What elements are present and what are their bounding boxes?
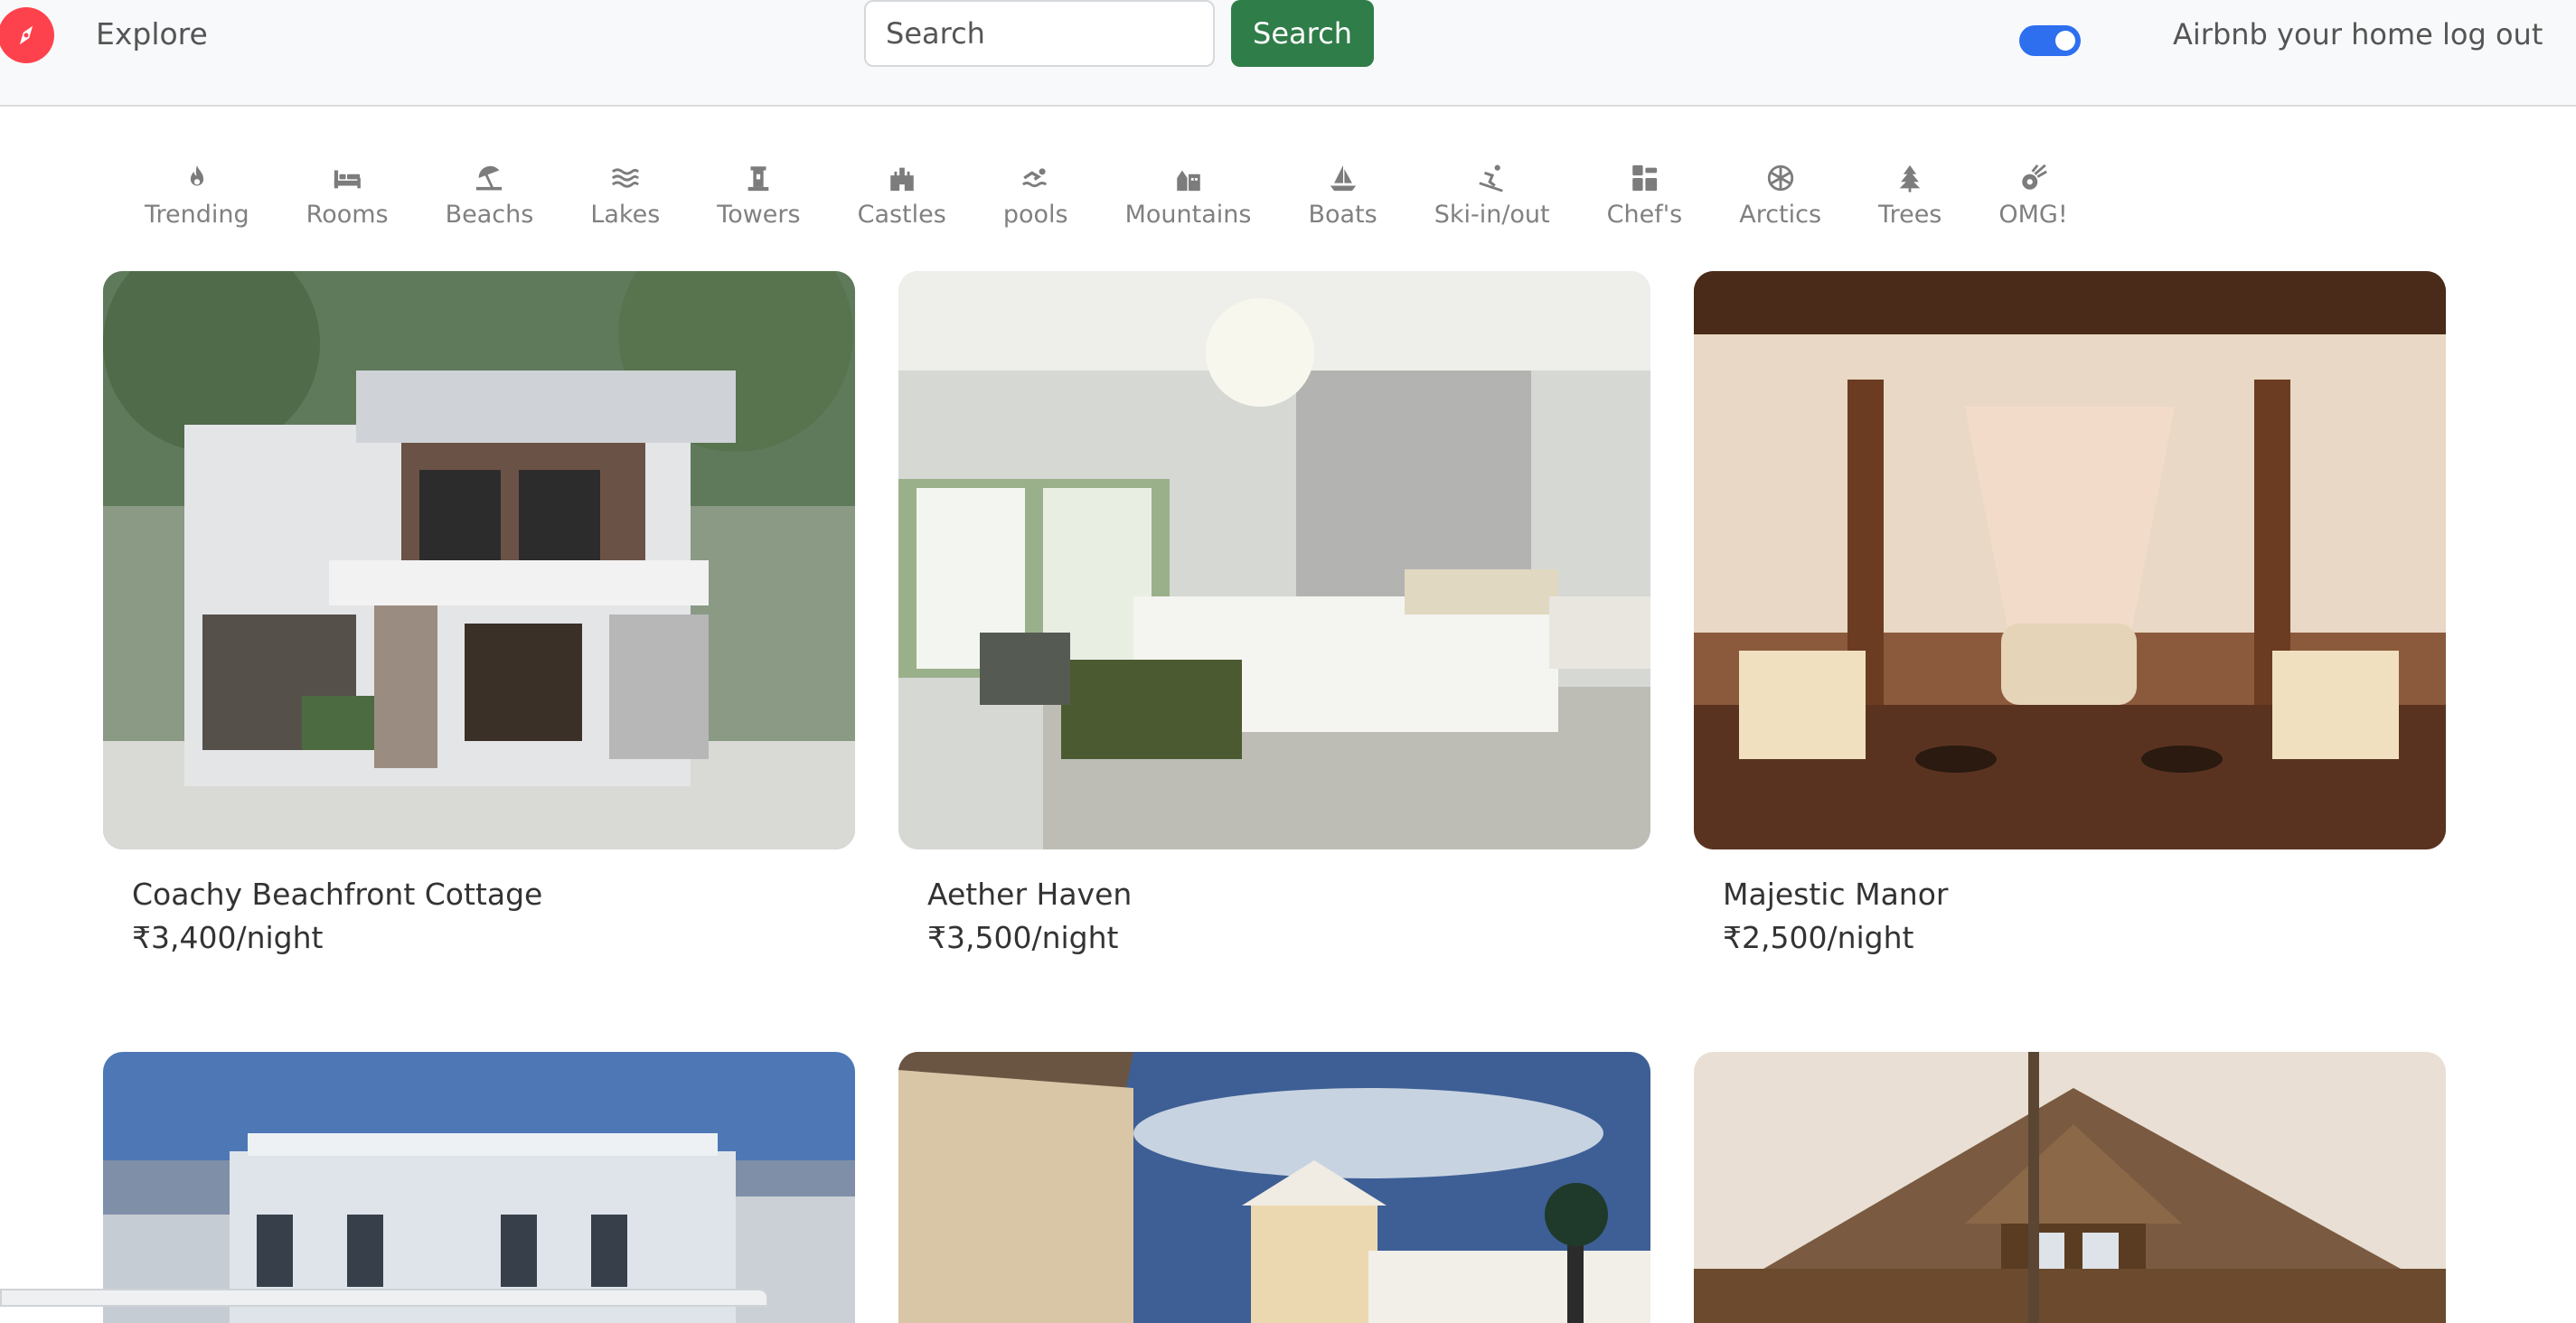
filter-label: OMG!: [1998, 201, 2068, 229]
snowflake-icon: [1765, 163, 1796, 193]
listing-title: Aether Haven: [927, 877, 1133, 912]
search-input[interactable]: [864, 0, 1215, 67]
meteor-icon: [2018, 163, 2049, 193]
listing-image[interactable]: [1694, 1052, 2446, 1323]
filter-label: pools: [1002, 201, 1068, 229]
umbrella-beach-icon: [474, 163, 504, 193]
swimmer-icon: [1020, 163, 1051, 193]
filter-boats[interactable]: Boats: [1308, 163, 1377, 244]
compass-icon: [19, 25, 33, 45]
listing-title: Coachy Beachfront Cottage: [132, 877, 543, 912]
airbnb-your-home-link[interactable]: Airbnb your home: [2173, 13, 2433, 56]
filter-ski[interactable]: Ski-in/out: [1434, 163, 1550, 244]
category-filters: Trending Rooms Beachs Lakes Towers Castl…: [145, 163, 2125, 244]
compass-logo-icon[interactable]: [0, 7, 54, 63]
listing-title: Majestic Manor: [1723, 877, 1949, 912]
filter-lakes[interactable]: Lakes: [590, 163, 660, 244]
listing-card[interactable]: [898, 1052, 1650, 1323]
navbar: Explore Search Airbnb your home log out: [0, 0, 2576, 107]
listing-card[interactable]: Aether Haven ₹3,500/night: [898, 271, 1650, 955]
filter-label: Towers: [717, 201, 801, 229]
filter-label: Castles: [857, 201, 946, 229]
filter-pools[interactable]: pools: [1003, 163, 1068, 244]
listing-image[interactable]: [898, 1052, 1650, 1323]
listing-card[interactable]: [1694, 1052, 2446, 1323]
bed-icon: [332, 163, 362, 193]
mountain-city-icon: [1173, 163, 1204, 193]
filter-label: Ski-in/out: [1434, 201, 1550, 229]
tax-toggle-switch[interactable]: [2019, 25, 2081, 56]
filter-arctics[interactable]: Arctics: [1739, 163, 1821, 244]
filter-label: Trees: [1878, 201, 1942, 229]
tower-icon: [743, 163, 774, 193]
filter-label: Boats: [1308, 201, 1377, 229]
filter-chefs[interactable]: Chef's: [1606, 163, 1683, 244]
sailboat-icon: [1328, 163, 1359, 193]
listing-image[interactable]: [103, 1052, 855, 1323]
filter-label: Chef's: [1606, 201, 1683, 229]
listing-price: ₹3,400/night: [132, 920, 324, 955]
kitchen-icon: [1629, 163, 1659, 193]
filter-castles[interactable]: Castles: [858, 163, 946, 244]
filter-mountains[interactable]: Mountains: [1124, 163, 1252, 244]
tree-icon: [1894, 163, 1925, 193]
filter-trees[interactable]: Trees: [1878, 163, 1941, 244]
filter-label: Lakes: [590, 201, 661, 229]
listing-image[interactable]: [1694, 271, 2446, 849]
nav-explore-link[interactable]: Explore: [96, 13, 208, 56]
filter-label: Arctics: [1739, 201, 1822, 229]
filter-omg[interactable]: OMG!: [1998, 163, 2068, 244]
filter-towers[interactable]: Towers: [717, 163, 801, 244]
listing-image[interactable]: [103, 271, 855, 849]
filter-trending[interactable]: Trending: [145, 163, 249, 244]
filter-label: Mountains: [1124, 201, 1252, 229]
filter-label: Trending: [145, 201, 249, 229]
toggle-knob: [2055, 31, 2075, 51]
browser-status-bar: [0, 1289, 768, 1307]
fire-icon: [182, 163, 212, 193]
search-button[interactable]: Search: [1231, 0, 1374, 67]
listing-price: ₹2,500/night: [1723, 920, 1914, 955]
filter-rooms[interactable]: Rooms: [306, 163, 389, 244]
listing-image[interactable]: [898, 271, 1650, 849]
filter-beachs[interactable]: Beachs: [445, 163, 534, 244]
listing-card[interactable]: Coachy Beachfront Cottage ₹3,400/night: [103, 271, 855, 955]
listing-card[interactable]: Majestic Manor ₹2,500/night: [1694, 271, 2446, 955]
listing-card[interactable]: [103, 1052, 855, 1323]
skier-icon: [1477, 163, 1508, 193]
castle-icon: [887, 163, 917, 193]
water-icon: [610, 163, 641, 193]
listing-price: ₹3,500/night: [927, 920, 1119, 955]
logout-link[interactable]: log out: [2442, 13, 2543, 56]
filter-label: Beachs: [445, 201, 534, 229]
filter-label: Rooms: [306, 201, 389, 229]
